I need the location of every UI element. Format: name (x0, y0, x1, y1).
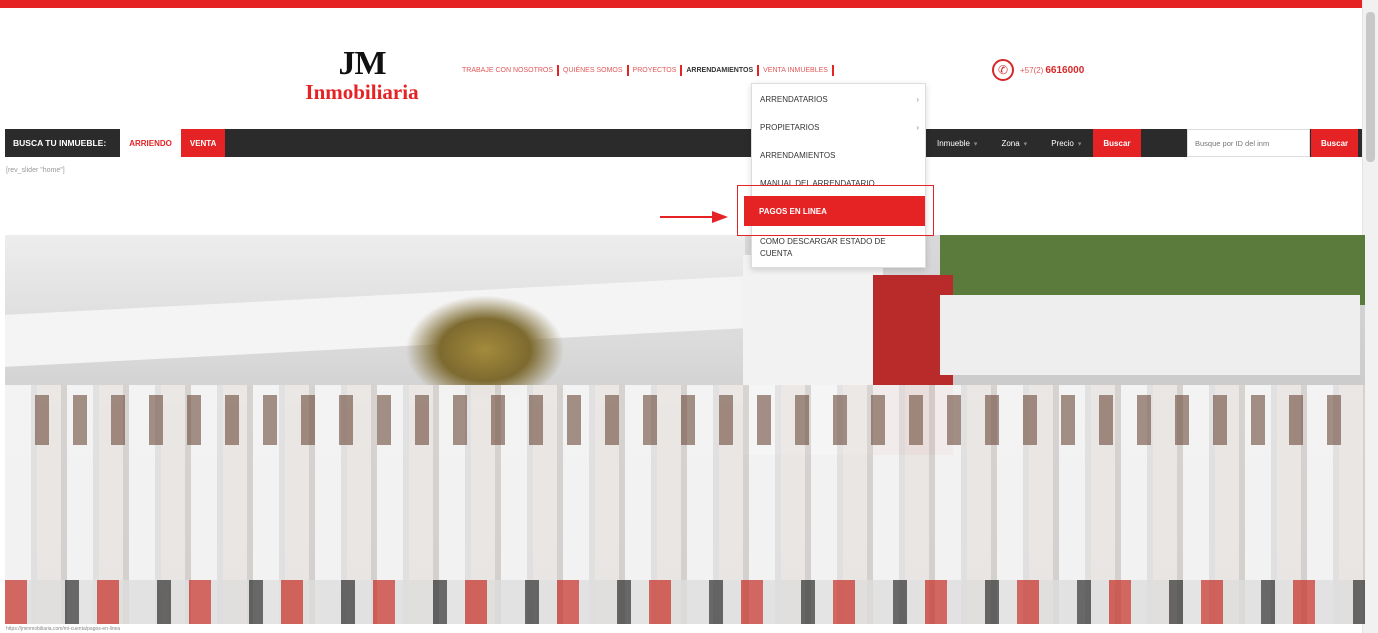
filter-inmueble[interactable]: Inmueble ▾ (925, 139, 989, 148)
page: JM Inmobiliaria TRABAJE CON NOSOTROS QUI… (0, 0, 1378, 633)
filter-zona[interactable]: Zona ▾ (989, 139, 1039, 148)
phone-icon: ✆ (992, 59, 1014, 81)
dropdown-item-label: ARRENDAMIENTOS (760, 151, 836, 160)
hero-team-photo (5, 235, 1365, 624)
arrow-pointer-icon (660, 211, 728, 223)
filter-precio[interactable]: Precio ▾ (1039, 139, 1093, 148)
logo-mark: JM (338, 45, 386, 82)
site-header: JM Inmobiliaria TRABAJE CON NOSOTROS QUI… (0, 8, 1362, 128)
tab-venta[interactable]: VENTA (180, 129, 226, 157)
scrollbar-thumb[interactable] (1366, 12, 1375, 162)
nav-proyectos[interactable]: PROYECTOS (629, 65, 683, 76)
status-url: https://jminmobiliaria.com/mi-cuenta/pag… (6, 626, 121, 632)
search-label: BUSCA TU INMUEBLE: (13, 138, 107, 148)
tab-arriendo[interactable]: ARRIENDO (120, 129, 181, 157)
photo-canopy (940, 295, 1360, 375)
nav-quienes-somos[interactable]: QUIÉNES SOMOS (559, 65, 629, 76)
highlight-box (737, 185, 934, 236)
chevron-down-icon: ▾ (973, 140, 978, 148)
photo-chairs (5, 580, 1365, 624)
filter-inmueble-label: Inmueble (937, 138, 970, 148)
dropdown-item-label: PROPIETARIOS (760, 123, 820, 132)
arrendamientos-dropdown: ARRENDATARIOS › PROPIETARIOS › ARRENDAMI… (751, 83, 926, 268)
filter-precio-label: Precio (1051, 138, 1074, 148)
dropdown-item-arrendamientos[interactable]: ARRENDAMIENTOS (752, 150, 927, 162)
chevron-down-icon: ▾ (1023, 140, 1028, 148)
photo-team-heads (25, 395, 1355, 445)
nav-arrendamientos[interactable]: ARRENDAMIENTOS (682, 65, 760, 76)
dropdown-item-label: COMO DESCARGAR ESTADO DE CUENTA (760, 237, 886, 258)
chevron-right-icon: › (916, 123, 919, 132)
phone-contact[interactable]: ✆ +57(2) 6616000 (992, 59, 1084, 81)
dropdown-item-arrendatarios[interactable]: ARRENDATARIOS › (752, 94, 927, 106)
phone-prefix: +57(2) (1020, 65, 1044, 75)
search-button[interactable]: Buscar (1093, 129, 1141, 157)
search-filters: Inmueble ▾ Zona ▾ Precio ▾ Buscar (925, 129, 1141, 157)
property-search-bar: BUSCA TU INMUEBLE: ARRIENDO VENTA Inmueb… (5, 129, 1362, 157)
dropdown-item-propietarios[interactable]: PROPIETARIOS › (752, 122, 927, 134)
phone-number: 6616000 (1045, 64, 1085, 76)
chevron-right-icon: › (916, 95, 919, 104)
main-navigation: TRABAJE CON NOSOTROS QUIÉNES SOMOS PROYE… (458, 65, 834, 76)
company-logo[interactable]: JM Inmobiliaria (282, 45, 442, 105)
search-by-id-input[interactable]: Busque por ID del inm (1187, 129, 1310, 157)
top-accent-bar (0, 0, 1362, 8)
search-by-id-button[interactable]: Buscar (1311, 129, 1359, 157)
dropdown-item-estado-cuenta[interactable]: COMO DESCARGAR ESTADO DE CUENTA (752, 236, 917, 260)
nav-trabaje[interactable]: TRABAJE CON NOSOTROS (458, 65, 560, 76)
filter-zona-label: Zona (1001, 138, 1020, 148)
nav-venta-inmuebles[interactable]: VENTA INMUEBLES (759, 65, 834, 76)
logo-name: Inmobiliaria (305, 80, 419, 104)
slider-shortcode-text: [rev_slider "home"] (6, 167, 65, 174)
chevron-down-icon: ▾ (1077, 140, 1082, 148)
dropdown-item-label: ARRENDATARIOS (760, 95, 828, 104)
